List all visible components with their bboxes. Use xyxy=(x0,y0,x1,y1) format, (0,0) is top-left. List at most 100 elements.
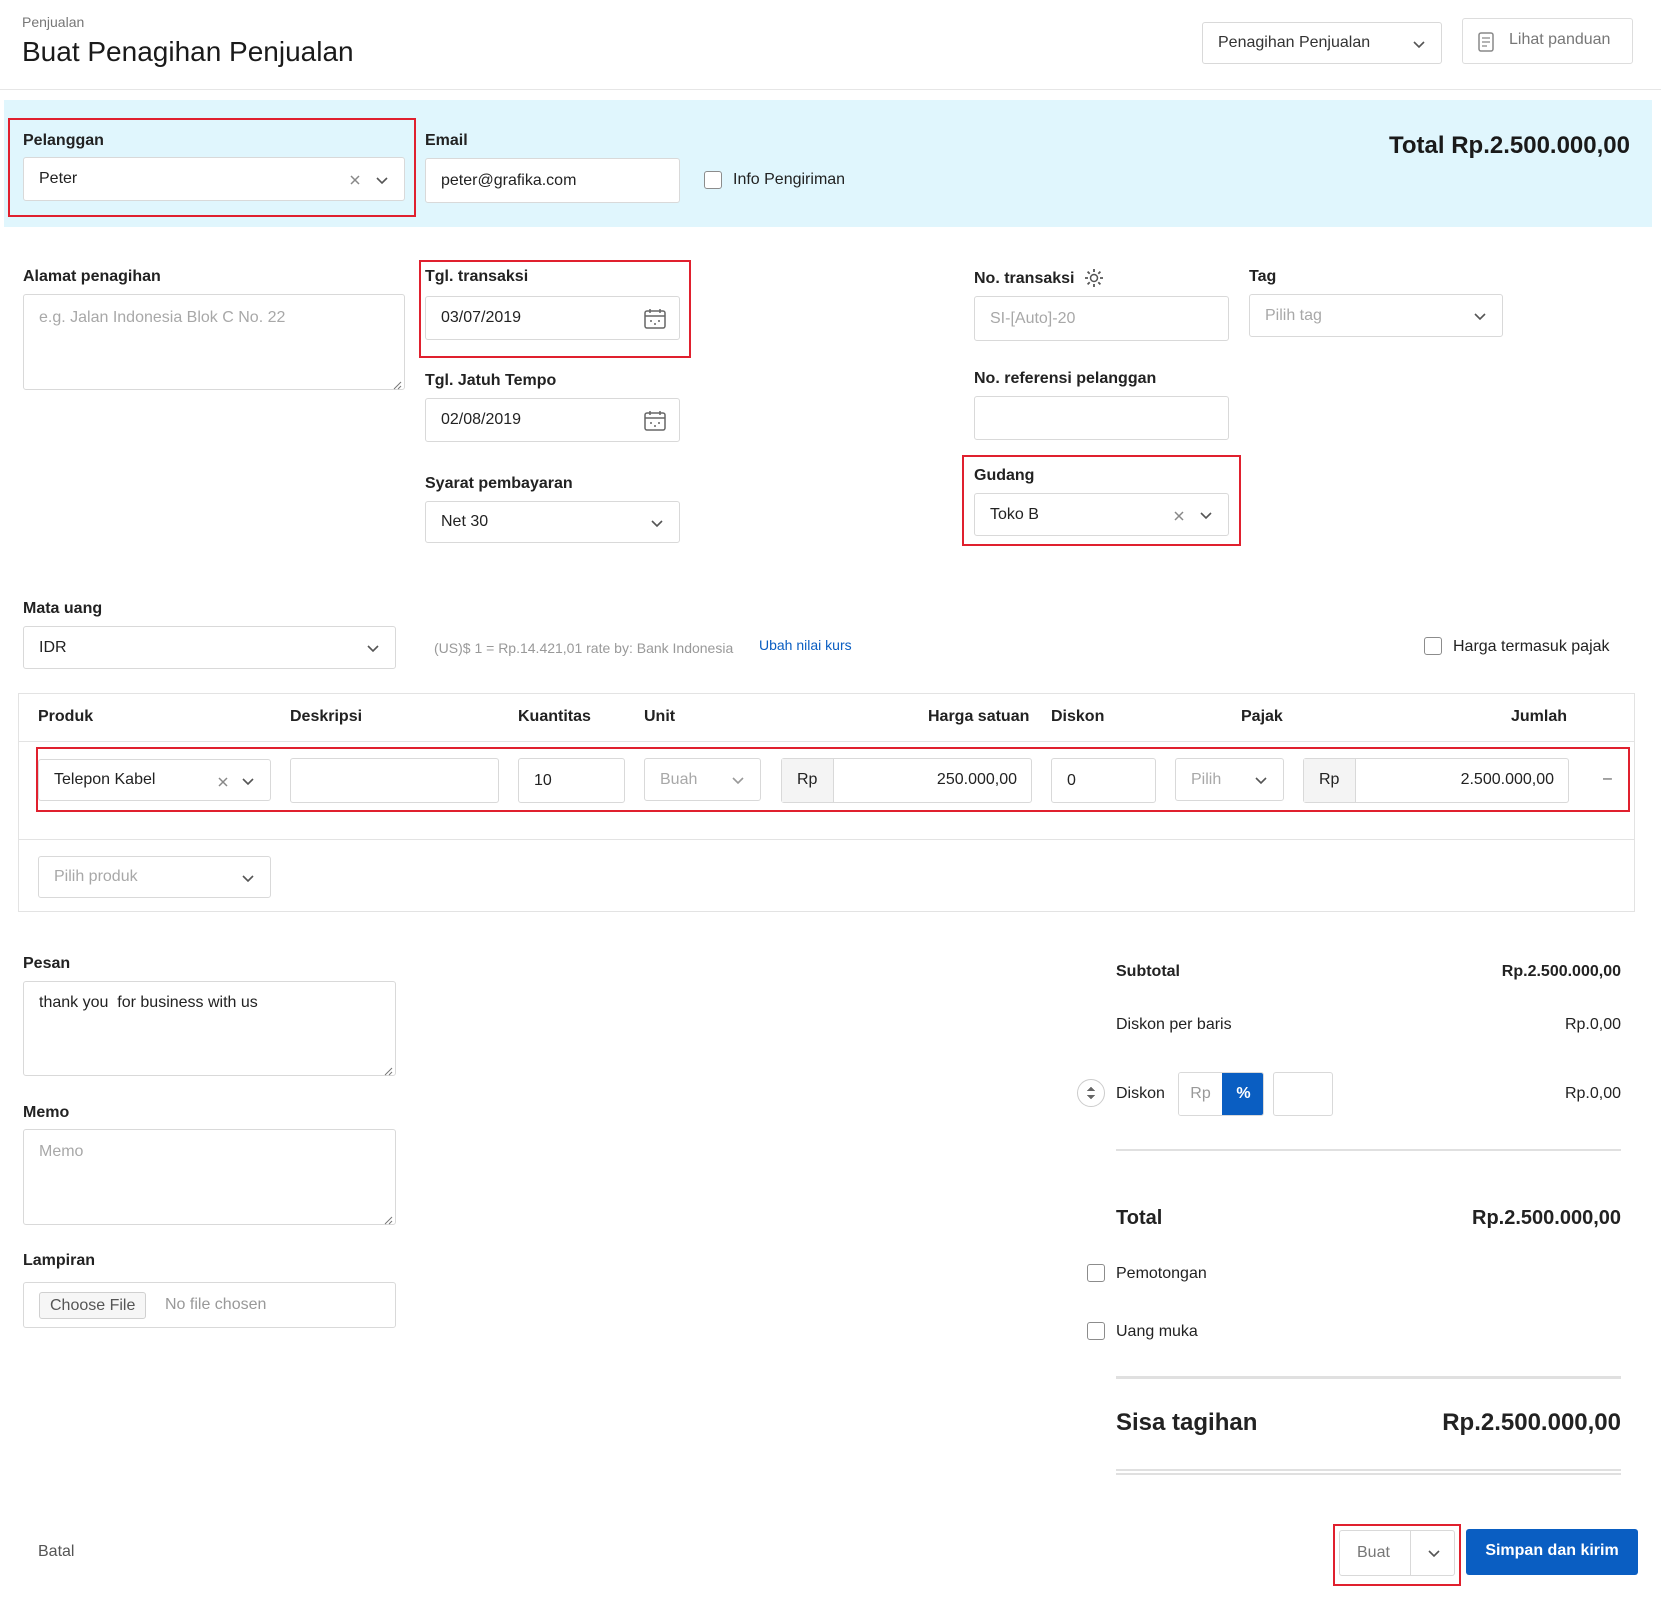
row-product-select[interactable]: Telepon Kabel xyxy=(38,759,271,801)
currency-select[interactable]: IDR xyxy=(23,626,396,669)
clear-icon[interactable] xyxy=(216,775,230,789)
calendar-icon[interactable] xyxy=(643,409,667,433)
warehouse-value: Toko B xyxy=(990,505,1039,523)
billing-address-input[interactable]: e.g. Jalan Indonesia Blok C No. 22 xyxy=(23,294,405,390)
shipping-info-label: Info Pengiriman xyxy=(733,171,846,188)
amount-value: 2.500.000,00 xyxy=(1460,771,1554,788)
save-send-button[interactable]: Simpan dan kirim xyxy=(1466,1529,1638,1575)
attachment-input: Choose File No file chosen xyxy=(23,1282,396,1328)
chevron-down-icon xyxy=(1472,308,1488,324)
discount-type-rp[interactable]: Rp xyxy=(1179,1073,1222,1115)
col-discount: Diskon xyxy=(1051,708,1105,725)
col-unit: Unit xyxy=(644,708,676,725)
row-description-input[interactable] xyxy=(290,758,499,803)
sort-toggle-icon[interactable] xyxy=(1077,1079,1105,1107)
no-file-text: No file chosen xyxy=(165,1296,267,1313)
cancel-button[interactable]: Batal xyxy=(38,1543,74,1561)
calendar-icon[interactable] xyxy=(643,307,667,331)
col-product: Produk xyxy=(38,708,94,725)
memo-input[interactable]: Memo xyxy=(23,1129,396,1225)
resize-handle-icon[interactable] xyxy=(392,377,402,390)
shipping-info-checkbox[interactable] xyxy=(704,171,722,189)
message-input[interactable]: thank you for business with us xyxy=(23,981,396,1076)
payment-terms-value: Net 30 xyxy=(441,513,489,530)
choose-file-button[interactable]: Choose File xyxy=(39,1292,147,1319)
message-value: thank you for business with us xyxy=(39,994,258,1011)
down-payment-label: Uang muka xyxy=(1116,1323,1198,1340)
col-amount: Jumlah xyxy=(1511,708,1568,725)
add-product-select[interactable]: Pilih produk xyxy=(38,856,271,898)
email-field[interactable]: peter@grafika.com xyxy=(425,158,680,203)
deduction-label: Pemotongan xyxy=(1116,1265,1207,1282)
email-label: Email xyxy=(425,132,468,149)
resize-handle-icon[interactable] xyxy=(383,1063,393,1076)
customer-ref-input[interactable] xyxy=(974,396,1229,440)
col-description: Deskripsi xyxy=(290,708,363,725)
row-quantity-input[interactable]: 10 xyxy=(518,758,625,803)
chevron-down-icon xyxy=(1411,36,1427,52)
invoice-type-label: Penagihan Penjualan xyxy=(1218,34,1371,51)
trans-no-input[interactable]: SI-[Auto]-20 xyxy=(974,296,1229,341)
currency-label: Mata uang xyxy=(23,600,103,617)
clear-icon[interactable] xyxy=(1172,509,1186,523)
chevron-down-icon[interactable] xyxy=(1426,1545,1442,1561)
gear-icon[interactable] xyxy=(1083,267,1105,289)
header-divider xyxy=(0,89,1661,90)
payment-terms-select[interactable]: Net 30 xyxy=(425,501,680,543)
row-discount-value: 0 xyxy=(1067,771,1076,789)
resize-handle-icon[interactable] xyxy=(383,1212,393,1225)
memo-label: Memo xyxy=(23,1104,70,1121)
invoice-type-select[interactable]: Penagihan Penjualan xyxy=(1202,22,1442,64)
row-unit-select[interactable]: Buah xyxy=(644,758,761,801)
customer-value: Peter xyxy=(39,170,78,187)
row-tax-placeholder: Pilih xyxy=(1191,770,1222,788)
tag-select[interactable]: Pilih tag xyxy=(1249,294,1503,337)
discount-label: Diskon xyxy=(1116,1085,1165,1102)
summary-divider xyxy=(1116,1376,1621,1379)
clear-icon[interactable] xyxy=(348,173,362,187)
balance-label: Sisa tagihan xyxy=(1116,1409,1258,1436)
total-value: Rp.2.500.000,00 xyxy=(1472,1207,1621,1229)
customer-label: Pelanggan xyxy=(23,132,104,149)
customer-select[interactable]: Peter xyxy=(23,157,405,201)
warehouse-select[interactable]: Toko B xyxy=(974,493,1229,536)
warehouse-label: Gudang xyxy=(974,467,1035,484)
deduction-checkbox[interactable] xyxy=(1087,1264,1105,1282)
chevron-down-icon xyxy=(649,515,665,531)
unit-price-value[interactable]: 250.000,00 xyxy=(937,771,1017,789)
table-header-divider xyxy=(19,741,1634,742)
create-divider xyxy=(1410,1531,1411,1575)
payment-terms-label: Syarat pembayaran xyxy=(425,475,573,492)
row-discount-input[interactable]: 0 xyxy=(1051,758,1156,803)
billing-address-label: Alamat penagihan xyxy=(23,268,161,285)
subtotal-label: Subtotal xyxy=(1116,963,1180,980)
summary-divider xyxy=(1116,1149,1621,1151)
grand-total: Total Rp.2.500.000,00 xyxy=(1388,132,1630,159)
trans-no-placeholder: SI-[Auto]-20 xyxy=(990,309,1076,327)
row-amount-group: Rp 2.500.000,00 xyxy=(1303,758,1569,803)
row-tax-select[interactable]: Pilih xyxy=(1175,758,1284,801)
chevron-down-icon xyxy=(240,773,256,789)
due-date-input[interactable]: 02/08/2019 xyxy=(425,398,680,442)
change-rate-link[interactable]: Ubah nilai kurs xyxy=(759,637,852,653)
balance-value: Rp.2.500.000,00 xyxy=(1442,1409,1621,1436)
remove-row-button[interactable]: – xyxy=(1603,770,1612,788)
discount-input[interactable] xyxy=(1273,1072,1333,1116)
create-button[interactable]: Buat xyxy=(1357,1544,1390,1562)
breadcrumb: Penjualan xyxy=(22,14,85,30)
add-product-placeholder: Pilih produk xyxy=(54,868,138,885)
row-unit-price-group: Rp 250.000,00 xyxy=(781,758,1032,803)
down-payment-checkbox[interactable] xyxy=(1087,1322,1105,1340)
due-date-value: 02/08/2019 xyxy=(441,411,522,428)
discount-type-toggle: Rp % xyxy=(1178,1072,1264,1116)
attachment-label: Lampiran xyxy=(23,1252,96,1269)
subtotal-value: Rp.2.500.000,00 xyxy=(1501,963,1621,980)
guide-button[interactable]: Lihat panduan xyxy=(1462,18,1633,64)
trans-date-label: Tgl. transaksi xyxy=(425,268,529,285)
trans-no-label: No. transaksi xyxy=(974,270,1075,287)
trans-date-input[interactable]: 03/07/2019 xyxy=(425,296,680,340)
document-icon xyxy=(1476,31,1496,53)
row-product-value: Telepon Kabel xyxy=(54,771,156,788)
discount-type-percent[interactable]: % xyxy=(1222,1073,1263,1115)
tax-inclusive-checkbox[interactable] xyxy=(1424,637,1442,655)
